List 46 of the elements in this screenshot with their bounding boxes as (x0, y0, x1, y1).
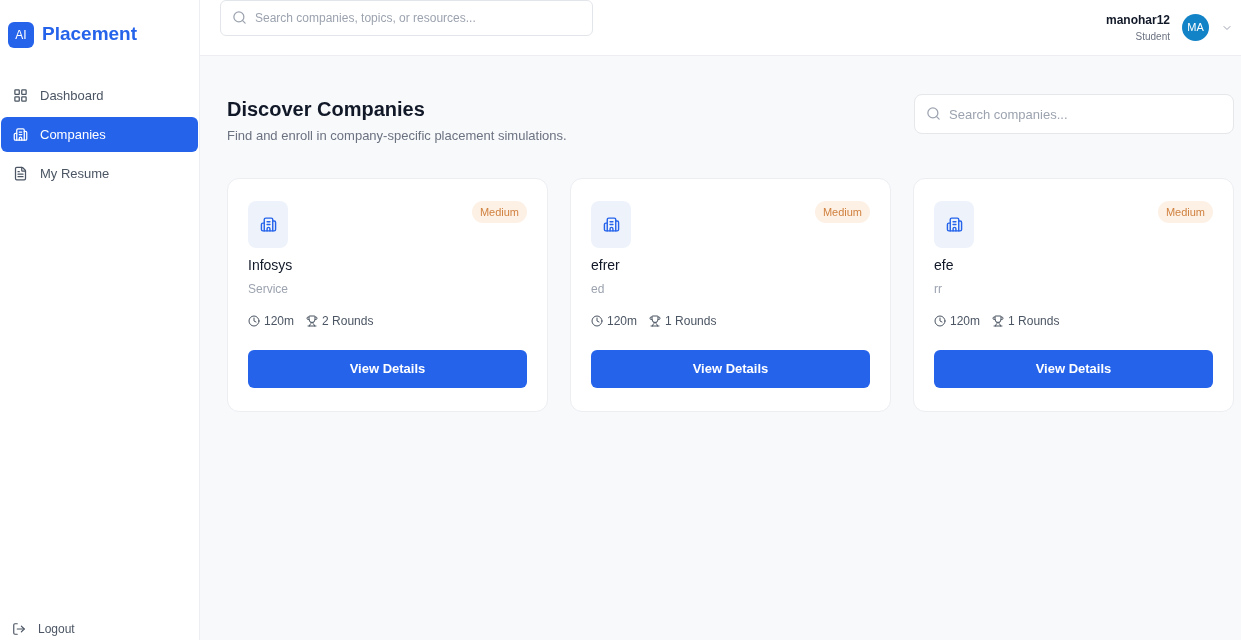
duration: 120m (607, 312, 638, 330)
sidebar-item[interactable]: Companies (1, 117, 198, 152)
rounds: 2 Rounds (322, 312, 374, 330)
clock-icon (248, 314, 260, 327)
difficulty-badge: Medium (471, 200, 527, 223)
building-icon (259, 215, 277, 233)
trophy-icon (306, 314, 319, 327)
search-icon (926, 106, 941, 121)
logout-icon (12, 622, 26, 636)
duration: 120m (264, 312, 295, 330)
company-search-field[interactable]: Search companies... (914, 94, 1234, 134)
trophy-icon (992, 314, 1005, 327)
trophy-icon (649, 314, 662, 327)
difficulty-badge: Medium (1157, 200, 1213, 223)
nav-icon (13, 166, 28, 181)
user-role: Student (1135, 30, 1170, 44)
page-title: Discover Companies (227, 97, 426, 122)
company-type: rr (934, 280, 943, 298)
nav-icon (13, 127, 28, 142)
company-name: efe (934, 255, 955, 275)
rounds: 1 Rounds (1008, 312, 1060, 330)
logout-button[interactable]: Logout (0, 618, 199, 640)
company-type: ed (591, 280, 606, 298)
rounds: 1 Rounds (665, 312, 717, 330)
view-details-button[interactable]: View Details (934, 349, 1213, 388)
logo-badge: AI (8, 21, 34, 48)
search-icon (232, 9, 247, 25)
duration: 120m (950, 312, 981, 330)
building-icon (945, 215, 963, 233)
view-details-button[interactable]: View Details (591, 349, 870, 388)
view-details-button[interactable]: View Details (248, 349, 527, 388)
nav-icon (13, 88, 28, 103)
difficulty-badge: Medium (814, 200, 870, 223)
company-type: Service (248, 280, 289, 298)
company-name: Infosys (248, 255, 294, 275)
page-subtitle: Find and enroll in company-specific placement simulations. (227, 127, 567, 145)
avatar[interactable]: MA (1182, 14, 1209, 41)
global-search-field[interactable]: Search companies, topics, or resources... (220, 0, 593, 36)
clock-icon (934, 314, 946, 327)
app-title: Placement (42, 22, 138, 47)
user-name: manohar12 (1105, 12, 1170, 29)
sidebar-item[interactable]: My Resume (1, 156, 198, 191)
sidebar-item[interactable]: Dashboard (1, 78, 198, 113)
clock-icon (591, 314, 603, 327)
building-icon (602, 215, 620, 233)
company-name: efrer (591, 255, 621, 275)
